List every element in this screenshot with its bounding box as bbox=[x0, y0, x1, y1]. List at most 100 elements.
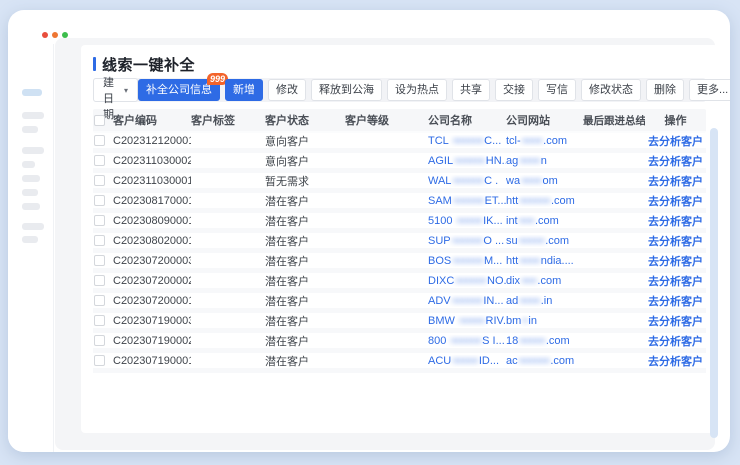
sidebar-item[interactable] bbox=[22, 161, 35, 168]
analyze-customer-link[interactable]: 去分析客户 bbox=[645, 213, 706, 229]
company-name-cell[interactable]: DIXCnnnnnnNO... bbox=[428, 275, 506, 287]
toolbar-button[interactable]: 修改 bbox=[268, 79, 306, 101]
company-website-cell[interactable]: intnnn.com bbox=[506, 215, 583, 227]
company-website-cell[interactable]: acnnnnnn.com bbox=[506, 355, 583, 367]
analyze-customer-link[interactable]: 去分析客户 bbox=[645, 193, 706, 209]
toolbar-button[interactable]: 设为热点 bbox=[387, 79, 447, 101]
analyze-customer-link[interactable]: 去分析客户 bbox=[645, 313, 706, 329]
company-website-cell[interactable]: httnnnnndia.... bbox=[506, 255, 583, 267]
column-header[interactable]: 最后跟进总结 bbox=[583, 113, 645, 128]
toolbar-button[interactable]: 新增 bbox=[225, 79, 263, 101]
column-header[interactable]: 公司网站 bbox=[506, 112, 583, 128]
company-website-cell[interactable]: tcl-nnnn.com bbox=[506, 135, 583, 147]
row-checkbox[interactable] bbox=[94, 315, 105, 326]
customer-status-cell: 意向客户 bbox=[265, 153, 345, 169]
row-checkbox[interactable] bbox=[94, 255, 105, 266]
customer-code-cell: C202307190001 bbox=[113, 355, 191, 367]
redacted-text: nnnnn bbox=[452, 355, 478, 367]
redacted-text: nnn bbox=[519, 215, 534, 227]
row-checkbox[interactable] bbox=[94, 195, 105, 206]
row-checkbox[interactable] bbox=[94, 155, 105, 166]
sidebar-item-active[interactable] bbox=[22, 89, 42, 96]
select-all-checkbox[interactable] bbox=[94, 115, 105, 126]
toolbar-button[interactable]: 写信 bbox=[538, 79, 576, 101]
company-website-cell[interactable]: wannnnom bbox=[506, 175, 583, 187]
company-website-cell[interactable]: adnnnn.in bbox=[506, 295, 583, 307]
analyze-customer-link[interactable]: 去分析客户 bbox=[645, 133, 706, 149]
toolbar-button[interactable]: 交接 bbox=[495, 79, 533, 101]
analyze-customer-link[interactable]: 去分析客户 bbox=[645, 153, 706, 169]
row-checkbox[interactable] bbox=[94, 135, 105, 146]
row-checkbox[interactable] bbox=[94, 215, 105, 226]
company-name-cell[interactable]: SAMnnnnnnET... bbox=[428, 195, 506, 207]
row-select-cell bbox=[93, 335, 113, 346]
company-name-cell[interactable]: 800 nnnnnnS I... bbox=[428, 335, 506, 347]
analyze-customer-link[interactable]: 去分析客户 bbox=[645, 293, 706, 309]
customer-code-cell: C202308170001 bbox=[113, 195, 191, 207]
toolbar-button[interactable]: 补全公司信息 999 bbox=[138, 79, 220, 101]
row-checkbox[interactable] bbox=[94, 175, 105, 186]
sidebar-skeleton bbox=[8, 44, 54, 452]
company-name-cell[interactable]: 5100 nnnnnIK... bbox=[428, 215, 506, 227]
company-website-cell[interactable]: sunnnnn.com bbox=[506, 235, 583, 247]
sidebar-item[interactable] bbox=[22, 112, 44, 119]
analyze-customer-link[interactable]: 去分析客户 bbox=[645, 273, 706, 289]
table-scrollbar[interactable] bbox=[710, 128, 718, 438]
title-accent-bar bbox=[93, 57, 96, 71]
column-header[interactable]: 操作 bbox=[645, 112, 706, 128]
column-header[interactable]: 客户等级 bbox=[345, 112, 428, 128]
toolbar-button[interactable]: 释放到公海 bbox=[311, 79, 382, 101]
minimize-window-icon[interactable] bbox=[52, 32, 58, 38]
customer-status-cell: 潜在客户 bbox=[265, 333, 345, 349]
company-website-cell[interactable]: httnnnnnn.com bbox=[506, 195, 583, 207]
company-website-cell[interactable]: 18nnnnn.com bbox=[506, 335, 583, 347]
toolbar-button[interactable]: 修改状态 bbox=[581, 79, 641, 101]
sidebar-item[interactable] bbox=[22, 126, 38, 133]
customer-status-cell: 潜在客户 bbox=[265, 313, 345, 329]
row-checkbox[interactable] bbox=[94, 355, 105, 366]
toolbar-button[interactable]: 删除 bbox=[646, 79, 684, 101]
column-header[interactable]: 客户标签 bbox=[191, 112, 265, 128]
row-checkbox[interactable] bbox=[94, 235, 105, 246]
toolbar-button[interactable]: 共享 bbox=[452, 79, 490, 101]
sidebar-item[interactable] bbox=[22, 203, 40, 210]
row-checkbox[interactable] bbox=[94, 275, 105, 286]
company-website-cell[interactable]: bmnin bbox=[506, 315, 583, 327]
analyze-customer-link[interactable]: 去分析客户 bbox=[645, 353, 706, 369]
toolbar-button-label: 更多... bbox=[697, 80, 728, 100]
sidebar-item[interactable] bbox=[22, 189, 38, 196]
close-window-icon[interactable] bbox=[42, 32, 48, 38]
customer-code-cell: C202307200003 bbox=[113, 255, 191, 267]
column-header[interactable]: 客户编码 bbox=[113, 112, 191, 128]
date-filter-select[interactable]: 创建日期 ▾ bbox=[93, 78, 138, 102]
company-name-cell[interactable]: ADVnnnnnnIN... bbox=[428, 295, 506, 307]
company-name-cell[interactable]: ACUnnnnnID... bbox=[428, 355, 506, 367]
column-header[interactable]: 客户状态 bbox=[265, 112, 345, 128]
sidebar-item[interactable] bbox=[22, 236, 38, 243]
toolbar-button[interactable]: 更多... ▾ bbox=[689, 79, 730, 101]
sidebar-item[interactable] bbox=[22, 223, 44, 230]
sidebar-item[interactable] bbox=[22, 175, 40, 182]
analyze-customer-link[interactable]: 去分析客户 bbox=[645, 173, 706, 189]
redacted-text: nnnn bbox=[519, 255, 539, 267]
row-checkbox[interactable] bbox=[94, 335, 105, 346]
redacted-text: nnnnn bbox=[457, 215, 483, 227]
analyze-customer-link[interactable]: 去分析客户 bbox=[645, 233, 706, 249]
select-all-cell bbox=[93, 115, 113, 126]
company-name-cell[interactable]: WALnnnnnnC . bbox=[428, 175, 506, 187]
analyze-customer-link[interactable]: 去分析客户 bbox=[645, 253, 706, 269]
company-name-cell[interactable]: BOSnnnnnnM... bbox=[428, 255, 506, 267]
analyze-customer-link[interactable]: 去分析客户 bbox=[645, 333, 706, 349]
row-select-cell bbox=[93, 155, 113, 166]
column-header[interactable]: 公司名称 bbox=[428, 112, 506, 128]
row-checkbox[interactable] bbox=[94, 295, 105, 306]
company-website-cell[interactable]: dixnnn.com bbox=[506, 275, 583, 287]
company-name-cell[interactable]: TCL nnnnnnC... bbox=[428, 135, 506, 147]
company-name-cell[interactable]: BMW nnnnnRIV... bbox=[428, 315, 506, 327]
sidebar-item[interactable] bbox=[22, 147, 44, 154]
company-website-cell[interactable]: agnnnnn bbox=[506, 155, 583, 167]
main-panel: 线索一键补全 创建日期 ▾ 补全公司信息 999 新增 修改 释放到公海 设为热… bbox=[55, 38, 715, 450]
company-name-cell[interactable]: SUPnnnnnnO ... bbox=[428, 235, 506, 247]
redacted-text: nnnnnn bbox=[452, 235, 483, 247]
company-name-cell[interactable]: AGILnnnnnnHN... bbox=[428, 155, 506, 167]
